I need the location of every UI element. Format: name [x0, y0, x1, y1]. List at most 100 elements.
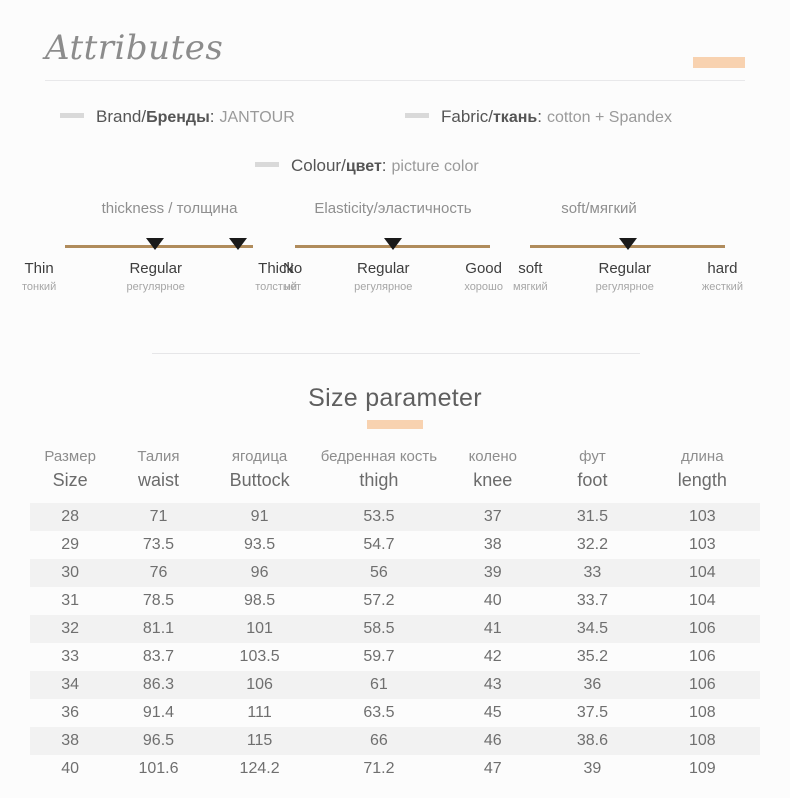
- slider-label: Good хорошо: [464, 260, 503, 293]
- spec-fabric-value: cotton + Spandex: [546, 109, 672, 126]
- cell: 57.2: [363, 591, 395, 609]
- table-row: 34 86.3 106 61 43 36 106: [30, 670, 760, 699]
- slider-elasticity-track-wrap: [295, 232, 490, 256]
- attribute-sliders: thickness / толщина Thin тонкий Regular ре…: [0, 200, 790, 320]
- cell: 78.5: [142, 591, 175, 609]
- cell: 33.7: [576, 591, 608, 609]
- cell: 31: [61, 591, 80, 609]
- column-header-size: Размер Size: [44, 448, 96, 491]
- spec-fabric-colon: :: [537, 107, 542, 126]
- cell: 38.6: [540, 726, 645, 755]
- slider-thickness-track-wrap: [65, 232, 253, 256]
- dash-icon: [60, 113, 84, 118]
- spec-colour: Colour/цвет : picture color: [255, 156, 479, 176]
- cell: 40: [483, 591, 502, 609]
- slider-marker-icon: [228, 238, 247, 250]
- cell: 43: [445, 670, 541, 699]
- cell: 31.5: [540, 502, 645, 531]
- slider-label: Regular регулярное: [595, 260, 654, 293]
- column-header-buttock: ягодица Buttock: [229, 448, 290, 491]
- slider-marker-icon: [146, 238, 165, 250]
- cell: 42: [483, 647, 502, 665]
- table-row: 29 73.5 93.5 54.7 38 32.2 103: [30, 531, 760, 559]
- cell: 40: [61, 759, 80, 777]
- cell: 38: [30, 726, 111, 755]
- table-row: 28 71 91 53.5 37 31.5 103: [30, 502, 760, 531]
- cell: 36: [61, 703, 80, 721]
- cell: 28: [30, 502, 111, 531]
- cell: 34: [30, 670, 111, 699]
- table-row: 32 81.1 101 58.5 41 34.5 106: [30, 614, 760, 643]
- cell: 91.4: [142, 703, 175, 721]
- table-row: 38 96.5 115 66 46 38.6 108: [30, 726, 760, 755]
- cell: 101: [206, 614, 313, 643]
- cell: 46: [445, 726, 541, 755]
- slider-thickness-labels: Thin тонкий Regular регулярное Thick толсты…: [22, 260, 297, 295]
- slider-label: Thin тонкий: [22, 260, 57, 293]
- column-header-knee: колено knee: [468, 448, 518, 491]
- cell: 104: [688, 591, 716, 609]
- column-header-thigh: бедренная кость thigh: [320, 448, 438, 491]
- cell: 61: [312, 670, 446, 699]
- spec-brand-value: JANTOUR: [219, 109, 295, 126]
- cell: 71.2: [363, 759, 395, 777]
- cell: 103: [644, 502, 760, 531]
- size-section-underline: [367, 420, 423, 429]
- cell: 124.2: [239, 759, 280, 777]
- cell: 76: [110, 558, 207, 587]
- cell: 86.3: [110, 670, 207, 699]
- cell: 108: [688, 703, 716, 721]
- spec-brand-label: Brand/Бренды: [96, 107, 210, 126]
- cell: 98.5: [244, 591, 276, 609]
- cell: 54.7: [363, 535, 395, 553]
- cell: 33: [540, 558, 645, 587]
- cell: 111: [247, 703, 272, 721]
- cell: 58.5: [312, 614, 446, 643]
- cell: 106: [206, 670, 313, 699]
- cell: 36: [540, 670, 645, 699]
- cell: 106: [644, 670, 760, 699]
- slider-marker-icon: [618, 238, 637, 250]
- dash-icon: [255, 162, 279, 167]
- cell: 59.7: [363, 647, 395, 665]
- table-header-row: Размер Size Талия waist ягодица Buttock бед…: [30, 443, 760, 503]
- cell: 29: [61, 535, 80, 553]
- cell: 34.5: [540, 614, 645, 643]
- cell: 106: [644, 614, 760, 643]
- cell: 103.5: [239, 647, 280, 665]
- slider-label: Regular регулярное: [126, 260, 185, 293]
- page-title: Attributes: [45, 28, 224, 68]
- size-table-head: Размер Size Талия waist ягодица Buttock бед…: [30, 443, 760, 503]
- cell: 47: [483, 759, 502, 777]
- cell: 35.2: [576, 647, 608, 665]
- cell: 39: [583, 759, 602, 777]
- slider-marker-icon: [383, 238, 402, 250]
- cell: 38: [483, 535, 502, 553]
- cell: 96: [206, 558, 313, 587]
- spec-brand-colon: :: [209, 107, 215, 126]
- slider-softness-labels: soft мягкий Regular регулярное hard жесткий: [513, 260, 743, 295]
- cell: 73.5: [142, 535, 175, 553]
- table-row: 33 83.7 103.5 59.7 42 35.2 106: [30, 643, 760, 671]
- slider-softness-track-wrap: [530, 232, 725, 256]
- slider-label: Regular регулярное: [354, 260, 413, 293]
- cell: 33: [61, 647, 80, 665]
- cell: 71: [110, 502, 207, 531]
- cell: 108: [644, 726, 760, 755]
- header-accent-bar: [693, 57, 745, 68]
- spec-fabric: Fabric/ткань : cotton + Spandex: [405, 107, 672, 127]
- cell: 63.5: [363, 703, 395, 721]
- column-header-foot: фут foot: [577, 448, 608, 491]
- cell: 66: [312, 726, 446, 755]
- cell: 37.5: [576, 703, 608, 721]
- spec-colour-label: Colour/цвет: [291, 156, 382, 175]
- table-row: 36 91.4 111 63.5 45 37.5 108: [30, 699, 760, 727]
- cell: 41: [445, 614, 541, 643]
- cell: 45: [483, 703, 502, 721]
- slider-softness: soft/мягкий soft мягкий Regular регулярное…: [513, 200, 743, 295]
- cell: 83.7: [142, 647, 175, 665]
- page-header: Attributes: [0, 0, 790, 82]
- cell: 56: [312, 558, 446, 587]
- cell: 101.6: [138, 759, 179, 777]
- spec-colour-colon: :: [381, 156, 387, 175]
